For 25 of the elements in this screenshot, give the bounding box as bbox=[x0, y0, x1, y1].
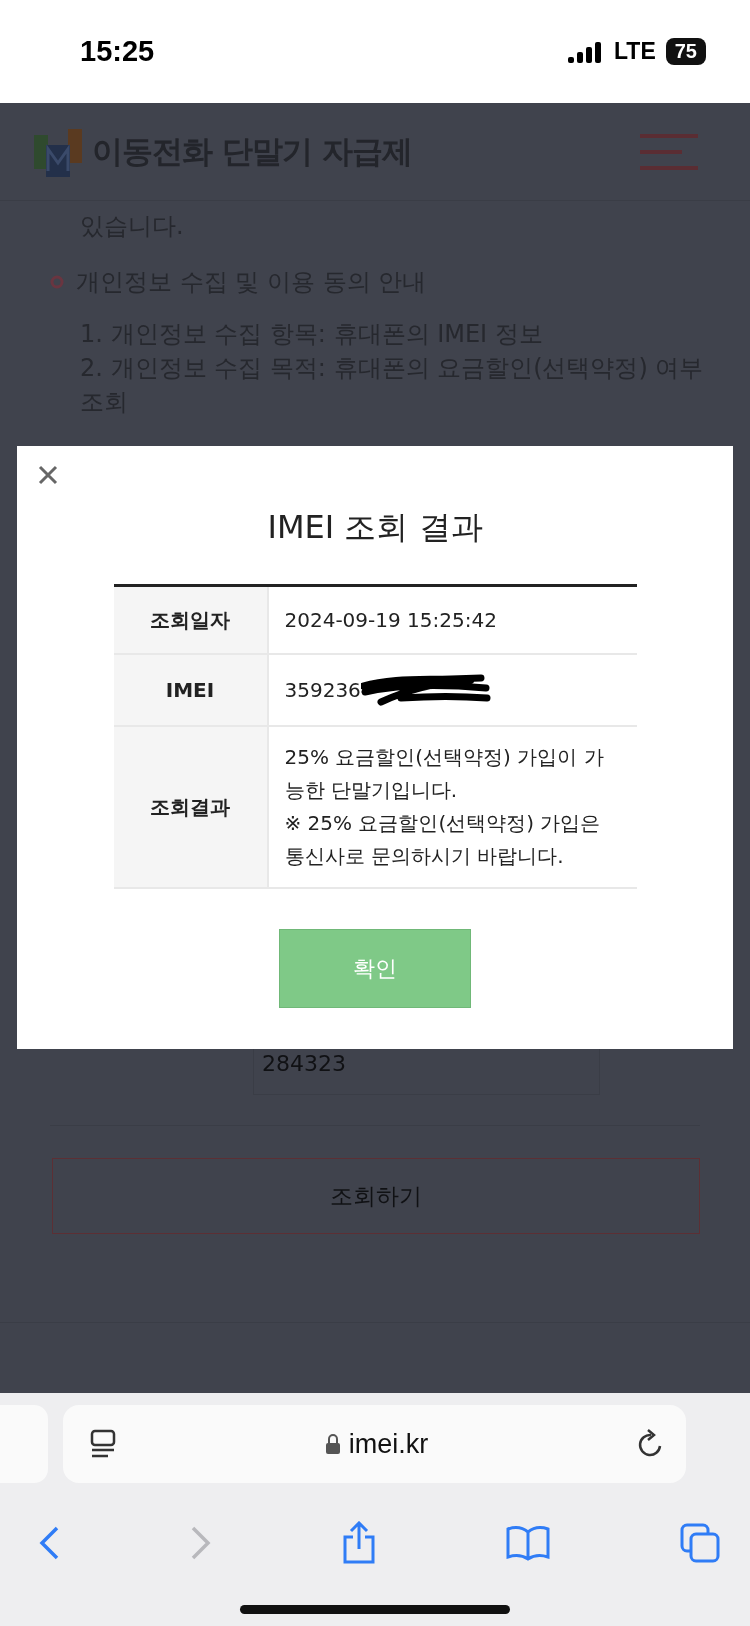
tabs-icon[interactable] bbox=[680, 1523, 720, 1563]
share-icon[interactable] bbox=[342, 1521, 376, 1565]
close-icon[interactable] bbox=[37, 464, 59, 486]
row-value: 25% 요금할인(선택약정) 가입이 가능한 단말기입니다. bbox=[284, 744, 605, 804]
address-bar[interactable]: imei.kr bbox=[63, 1405, 686, 1483]
battery-level: 75 bbox=[665, 38, 706, 65]
row-label: IMEI bbox=[113, 655, 269, 725]
bullet-icon bbox=[50, 275, 64, 289]
book-icon[interactable] bbox=[506, 1525, 550, 1561]
row-value: 359236 bbox=[284, 676, 361, 704]
row-label: 조회결과 bbox=[113, 727, 269, 887]
row-value: 2024-09-19 15:25:42 bbox=[284, 606, 497, 634]
logo-icon bbox=[34, 126, 82, 177]
page-menu-icon[interactable] bbox=[89, 1429, 117, 1459]
submit-button[interactable]: 조회하기 bbox=[52, 1158, 700, 1234]
signal-icon bbox=[568, 40, 604, 63]
lock-icon bbox=[324, 1433, 341, 1455]
clock: 15:25 bbox=[80, 35, 155, 68]
back-icon[interactable] bbox=[38, 1525, 60, 1561]
row-value: ※ 25% 요금할인(선택약정) 가입은 통신사로 문의하시기 바랍니다. bbox=[284, 810, 602, 870]
row-label: 조회일자 bbox=[113, 587, 269, 653]
network-label: LTE bbox=[614, 38, 656, 65]
confirm-button[interactable]: 확인 bbox=[279, 929, 471, 1008]
url-text: imei.kr bbox=[348, 1428, 429, 1460]
dialog-title: IMEI 조회 결과 bbox=[267, 507, 483, 548]
